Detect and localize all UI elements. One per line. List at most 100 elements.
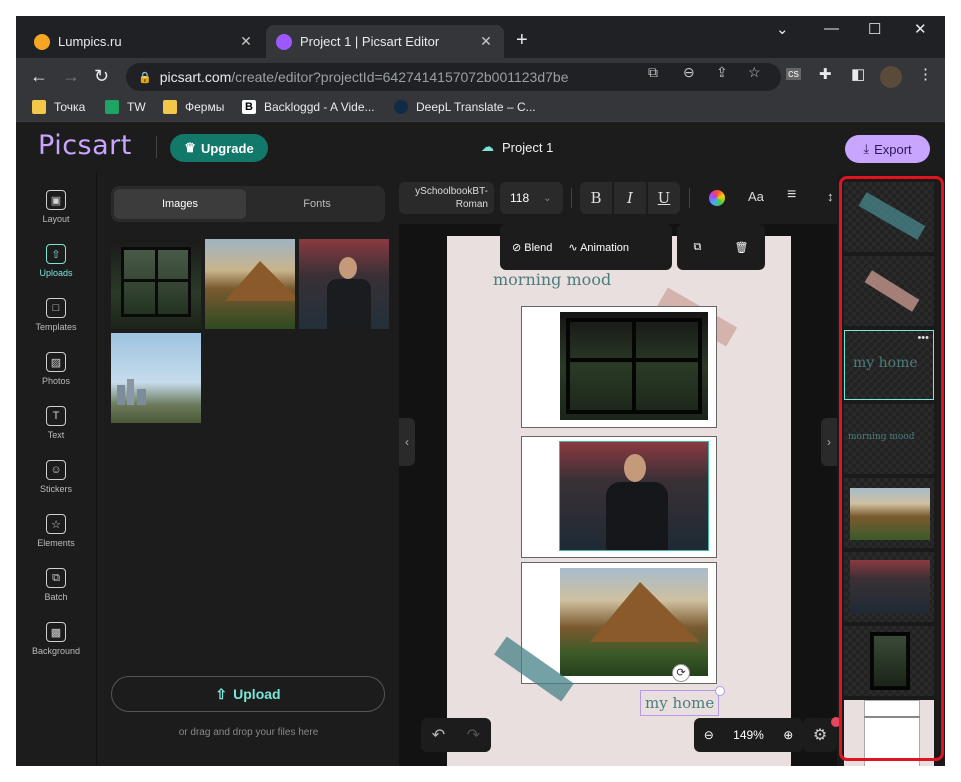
- close-tab-icon[interactable]: ✕: [238, 33, 254, 50]
- picsart-logo[interactable]: Picsart: [38, 130, 132, 161]
- project-title[interactable]: ☁ Project 1: [481, 139, 553, 155]
- nav-stickers[interactable]: ☺ Stickers: [16, 460, 96, 494]
- redo-icon[interactable]: ↷: [467, 725, 480, 745]
- nav-photos[interactable]: ▨ Photos: [16, 352, 96, 386]
- layer-tape-teal[interactable]: [844, 182, 934, 252]
- undo-icon[interactable]: ↶: [432, 725, 445, 745]
- bookmarks-bar: Точка TW Фермы B Backloggd - A Vide... D…: [16, 96, 945, 122]
- animation-button[interactable]: ∿ Animation: [568, 241, 629, 254]
- upload-thumb-window[interactable]: [111, 239, 201, 329]
- nav-layout[interactable]: ▣ Layout: [16, 190, 96, 224]
- close-tab-icon[interactable]: ✕: [478, 33, 494, 50]
- font-size-select[interactable]: 118 ⌄: [500, 182, 563, 214]
- browser-toolbar: ← → ↻ 🔒 picsart.com/create/editor?projec…: [16, 58, 945, 96]
- layer-tape-pink[interactable]: [844, 256, 934, 326]
- layer-photo-man[interactable]: [844, 552, 934, 622]
- blend-button[interactable]: ⊘ Blend: [512, 241, 552, 254]
- bookmark-deepl[interactable]: DeepL Translate – C...: [394, 100, 536, 114]
- layers-panel: ⚙ ••• my home morning mood: [803, 172, 945, 766]
- editor-topbar: Picsart ♛ Upgrade ☁ Project 1 ⤓ Export: [16, 122, 945, 172]
- rotate-handle-icon[interactable]: ⟳: [672, 664, 690, 682]
- nav-elements[interactable]: ☆ Elements: [16, 514, 96, 548]
- back-icon[interactable]: ←: [30, 66, 48, 87]
- layer-frame[interactable]: [844, 700, 934, 766]
- bookmark-label: DeepL Translate – C...: [416, 100, 536, 114]
- photo-frame-window[interactable]: [521, 306, 717, 428]
- bookmark-tw[interactable]: TW: [105, 100, 146, 114]
- extensions-puzzle-icon[interactable]: ✚: [819, 65, 832, 83]
- reload-icon[interactable]: ↻: [94, 66, 109, 87]
- share-icon[interactable]: ⇪: [716, 64, 728, 81]
- layer-text: my home: [853, 355, 918, 371]
- zoom-control: ⊖ 149% ⊕: [694, 718, 803, 752]
- italic-button[interactable]: I: [614, 182, 646, 214]
- new-tab-icon[interactable]: +: [516, 29, 528, 52]
- crown-icon: ♛: [184, 140, 196, 155]
- color-wheel-icon[interactable]: [709, 190, 725, 206]
- zoom-icon[interactable]: ⊖: [683, 64, 695, 81]
- text-case-button[interactable]: Aa: [748, 189, 764, 204]
- upload-thumb-man[interactable]: [299, 239, 389, 329]
- minimize-icon[interactable]: —: [824, 20, 839, 37]
- zoom-in-icon[interactable]: ⊕: [783, 728, 793, 742]
- canvas-text-morning[interactable]: morning mood: [493, 270, 611, 289]
- zoom-value[interactable]: 149%: [733, 728, 764, 742]
- upload-button[interactable]: ⇧ Upload: [111, 676, 385, 712]
- forward-icon[interactable]: →: [62, 66, 80, 87]
- bold-button[interactable]: B: [580, 182, 612, 214]
- layer-photo-window[interactable]: [844, 626, 934, 696]
- side-panel-icon[interactable]: ◧: [851, 65, 865, 83]
- backloggd-icon: B: [242, 100, 256, 114]
- tab-lumpics[interactable]: Lumpics.ru ✕: [24, 25, 264, 58]
- nav-background[interactable]: ▩ Background: [16, 622, 96, 656]
- photo-frame-mountain[interactable]: [521, 562, 717, 684]
- menu-kebab-icon[interactable]: ⋮: [918, 65, 933, 83]
- canvas-text-home[interactable]: my home: [640, 690, 720, 716]
- align-center-icon[interactable]: ≡: [787, 186, 796, 204]
- underline-button[interactable]: U: [648, 182, 680, 214]
- line-height-icon[interactable]: ↕: [827, 189, 834, 204]
- zoom-out-icon[interactable]: ⊖: [704, 728, 714, 742]
- nav-batch[interactable]: ⧉ Batch: [16, 568, 96, 602]
- nav-templates[interactable]: □ Templates: [16, 298, 96, 332]
- divider: [689, 188, 690, 208]
- notification-dot: [831, 717, 841, 727]
- collapse-left-panel-icon[interactable]: ‹: [399, 418, 415, 466]
- project-title-label: Project 1: [502, 139, 554, 155]
- duplicate-icon[interactable]: ⧉: [694, 241, 702, 254]
- layer-text-morning[interactable]: morning mood: [844, 404, 934, 474]
- tab-images[interactable]: Images: [114, 189, 246, 219]
- nav-text[interactable]: T Text: [16, 406, 96, 440]
- bookmark-fermy[interactable]: Фермы: [163, 100, 224, 114]
- profile-avatar[interactable]: [880, 66, 902, 88]
- bookmark-backloggd[interactable]: B Backloggd - A Vide...: [242, 100, 375, 114]
- extension-cs-icon[interactable]: cs: [786, 68, 801, 80]
- upgrade-button[interactable]: ♛ Upgrade: [170, 134, 268, 162]
- tab-fonts[interactable]: Fonts: [251, 189, 383, 219]
- font-family-select[interactable]: ySchoolbookBT- Roman: [399, 182, 494, 214]
- bookmark-tochka[interactable]: Точка: [32, 100, 85, 114]
- close-window-icon[interactable]: ✕: [914, 20, 927, 38]
- tab-title: Lumpics.ru: [58, 34, 122, 49]
- photo-frame-man[interactable]: [521, 436, 717, 558]
- export-button[interactable]: ⤓ Export: [845, 135, 930, 163]
- layer-photo-mountain[interactable]: [844, 478, 934, 548]
- translate-icon[interactable]: ⧉: [648, 64, 658, 81]
- upload-thumb-city[interactable]: [111, 333, 201, 423]
- font-name-line2: Roman: [455, 199, 488, 210]
- panel-tabs: Images Fonts: [111, 186, 385, 222]
- collapse-right-panel-icon[interactable]: ›: [821, 418, 837, 466]
- upgrade-label: Upgrade: [200, 140, 254, 156]
- resize-handle[interactable]: [715, 686, 725, 696]
- nav-uploads[interactable]: ⇧ Uploads: [16, 244, 96, 278]
- layer-text-home[interactable]: ••• my home: [844, 330, 934, 400]
- upload-thumb-mountain[interactable]: [205, 239, 295, 329]
- tab-search-icon[interactable]: ⌄: [776, 20, 789, 38]
- maximize-icon[interactable]: ☐: [868, 20, 881, 38]
- tab-picsart[interactable]: Project 1 | Picsart Editor ✕: [266, 25, 504, 58]
- star-icon: ☆: [46, 514, 66, 534]
- bookmark-star-icon[interactable]: ☆: [748, 64, 761, 81]
- layer-options-icon[interactable]: •••: [917, 332, 929, 344]
- trash-icon[interactable]: 🗑: [734, 241, 748, 254]
- design-page[interactable]: morning mood ⟳ my home: [447, 236, 791, 766]
